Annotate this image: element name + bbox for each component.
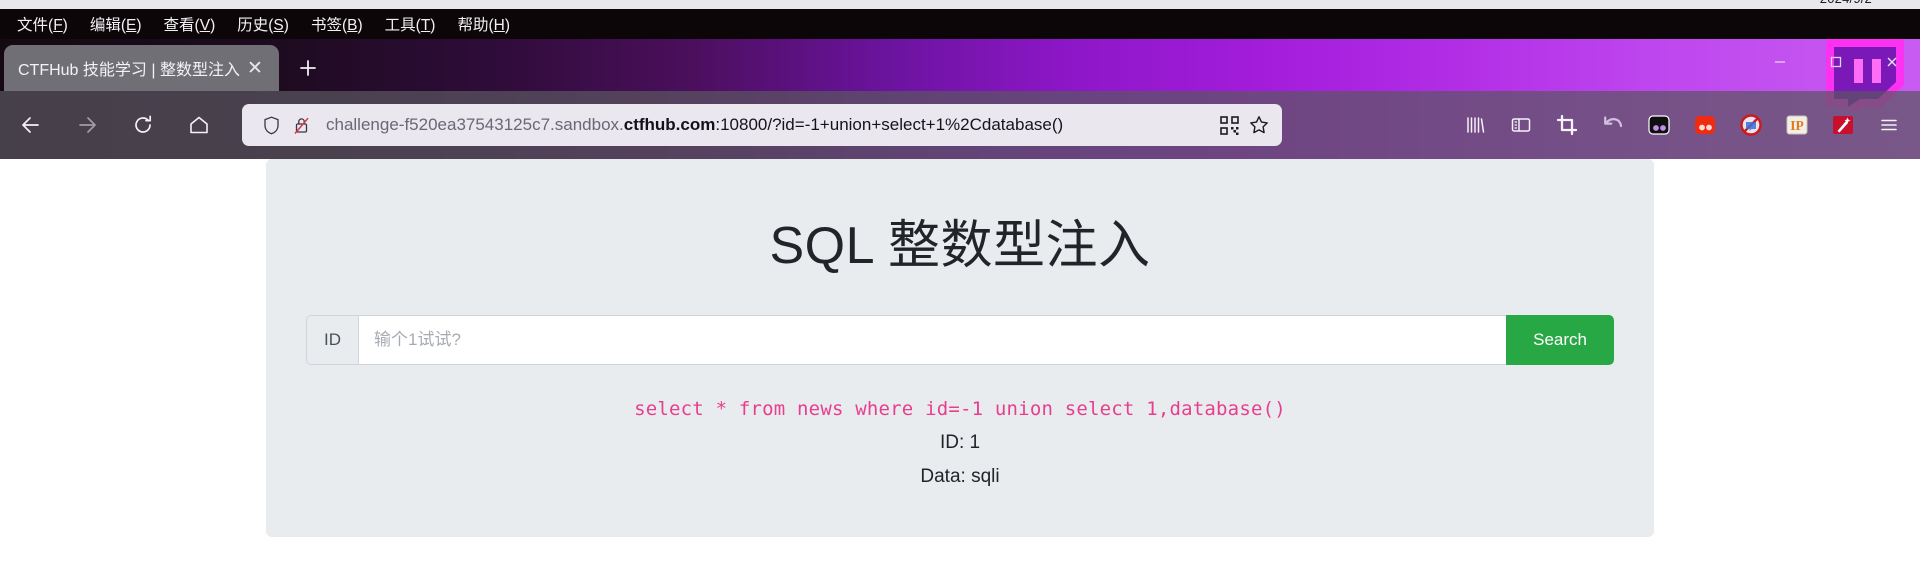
wappalyzer-wand-icon[interactable] [1820, 102, 1866, 148]
insecure-connection-lock-icon[interactable] [286, 110, 316, 140]
forward-arrow-icon [79, 117, 96, 133]
sqli-search-form: ID Search [306, 315, 1614, 366]
id-input-label: ID [306, 315, 358, 366]
sql-query-output: select * from news where id=-1 union sel… [634, 398, 1286, 421]
plus-icon [300, 60, 316, 76]
window-controls [1752, 39, 1920, 85]
tab-strip: CTFHub 技能学习 | 整数型注入 ✕ [0, 39, 1920, 91]
url-bar[interactable]: challenge-f520ea37543125c7.sandbox.ctfhu… [242, 104, 1282, 146]
jumbotron-card: SQL 整数型注入 ID Search select * from news w… [266, 159, 1654, 537]
home-button[interactable] [174, 102, 224, 148]
menu-edit[interactable]: 编辑(E) [79, 10, 153, 38]
result-id-line: ID: 1 [939, 432, 981, 454]
os-clock: 2024/9/2 [1820, 0, 1872, 6]
forward-button[interactable] [62, 102, 112, 148]
tab-close-icon[interactable]: ✕ [241, 54, 269, 82]
reload-button[interactable] [118, 102, 168, 148]
menu-view[interactable]: 查看(V) [153, 10, 227, 38]
menu-help[interactable]: 帮助(H) [446, 10, 521, 38]
id-input[interactable] [358, 315, 1507, 366]
tracking-protection-shield-icon[interactable] [256, 110, 286, 140]
app-menu-icon[interactable] [1866, 102, 1912, 148]
window-close-button[interactable] [1864, 42, 1920, 82]
noscript-icon[interactable] [1728, 102, 1774, 148]
window-maximize-button[interactable] [1808, 42, 1864, 82]
home-icon [190, 116, 208, 134]
back-button[interactable] [6, 102, 56, 148]
extensions-toolbar: IP [1452, 102, 1920, 148]
extension-red-icon[interactable] [1682, 102, 1728, 148]
menu-tools[interactable]: 工具(T) [374, 10, 447, 38]
tab-title: CTFHub 技能学习 | 整数型注入 [18, 62, 240, 79]
menu-bar: 文件(F) 编辑(E) 查看(V) 历史(S) 书签(B) 工具(T) 帮助(H… [0, 9, 1920, 39]
minimize-icon [1775, 61, 1785, 63]
page-title: SQL 整数型注入 [769, 217, 1151, 275]
extension-dark-icon[interactable] [1636, 102, 1682, 148]
back-arrow-icon [22, 117, 39, 133]
page-viewport: SQL 整数型注入 ID Search select * from news w… [0, 159, 1920, 584]
os-title-strip: 2024/9/2 [0, 0, 1920, 9]
window-minimize-button[interactable] [1752, 42, 1808, 82]
menu-bookmarks[interactable]: 书签(B) [300, 10, 374, 38]
undo-close-tab-icon[interactable] [1590, 102, 1636, 148]
menu-history[interactable]: 历史(S) [226, 10, 300, 38]
bookmark-star-icon[interactable] [1244, 110, 1274, 140]
search-button[interactable]: Search [1506, 315, 1614, 366]
sidebar-icon[interactable] [1498, 102, 1544, 148]
result-data-line: Data: sqli [920, 466, 1000, 488]
browser-tab[interactable]: CTFHub 技能学习 | 整数型注入 ✕ [4, 45, 279, 91]
firefox-window: 文件(F) 编辑(E) 查看(V) 历史(S) 书签(B) 工具(T) 帮助(H… [0, 9, 1920, 159]
new-tab-button[interactable] [287, 47, 329, 89]
ip-badge-icon[interactable]: IP [1774, 102, 1820, 148]
url-text[interactable]: challenge-f520ea37543125c7.sandbox.ctfhu… [316, 115, 1214, 135]
svg-text:IP: IP [1790, 118, 1804, 133]
navigation-toolbar: challenge-f520ea37543125c7.sandbox.ctfhu… [0, 91, 1920, 159]
close-icon [1887, 57, 1897, 67]
library-icon[interactable] [1452, 102, 1498, 148]
menu-file[interactable]: 文件(F) [6, 10, 79, 38]
reload-icon [135, 115, 152, 133]
screenshot-icon[interactable] [1544, 102, 1590, 148]
qr-code-icon[interactable] [1214, 110, 1244, 140]
maximize-icon [1830, 56, 1842, 68]
